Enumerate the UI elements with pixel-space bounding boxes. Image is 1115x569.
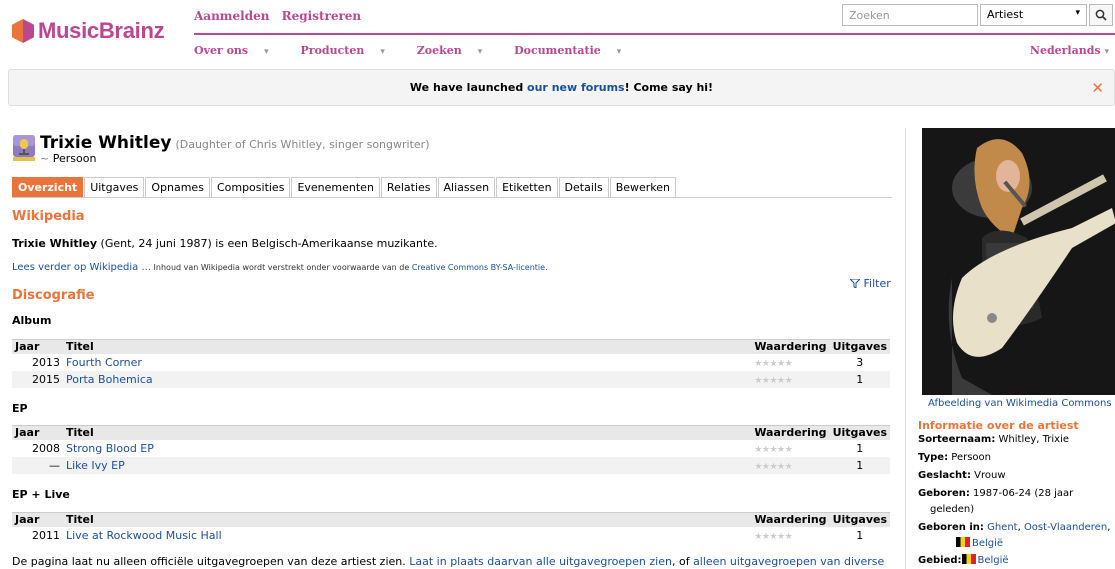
login-link[interactable]: Aanmelden	[194, 9, 269, 23]
show-all-link[interactable]: Laat in plaats daarvan alle uitgavegroep…	[409, 555, 672, 568]
table-header: Jaar Titel Waardering Uitgaves	[12, 425, 890, 440]
section-ep: EP	[12, 402, 28, 415]
rating-stars[interactable]: ★★★★★	[754, 359, 792, 369]
filter-notice: De pagina laat nu alleen officiële uitga…	[12, 555, 885, 568]
filter-button[interactable]: Filter	[848, 277, 891, 290]
header-divider	[194, 33, 1115, 35]
rating-stars[interactable]: ★★★★★	[754, 532, 792, 542]
area: Gebied: België	[918, 554, 1009, 566]
tabs-divider	[12, 197, 892, 198]
wikipedia-more: Lees verder op Wikipedia ... Inhoud van …	[12, 262, 548, 273]
menu-about[interactable]: Over ons ▾	[194, 44, 283, 57]
section-album: Album	[12, 314, 52, 327]
register-link[interactable]: Registreren	[282, 9, 362, 23]
photo-caption-link[interactable]: Afbeelding van Wikimedia Commons	[928, 398, 1112, 409]
table-row: — Like Ivy EP ★★★★★ 1	[12, 456, 890, 474]
sort-name: Sorteernaam: Whitley, Trixie	[918, 434, 1070, 445]
chevron-down-icon: ▾	[1104, 47, 1109, 57]
artist-type: ~ Persoon	[40, 152, 97, 165]
table-header: Jaar Titel Waardering Uitgaves	[12, 339, 890, 354]
rating-stars[interactable]: ★★★★★	[754, 376, 792, 386]
tab-relationships[interactable]: Relaties	[380, 177, 437, 198]
menu-products[interactable]: Producten ▾	[301, 44, 399, 57]
sidebar: Afbeelding van Wikimedia Commons Informa…	[905, 128, 1115, 569]
auth-links: Aanmelden Registreren	[194, 9, 369, 23]
release-group-link[interactable]: Like Ivy EP	[66, 459, 125, 472]
gender: Geslacht: Vrouw	[918, 470, 1006, 481]
chevron-down-icon: ▾	[264, 47, 269, 57]
table-row: 2011 Live at Rockwood Music Hall ★★★★★ 1	[12, 526, 890, 544]
musicbrainz-logo[interactable]: MusicBrainz	[12, 18, 165, 44]
country-link[interactable]: België	[972, 538, 1003, 549]
rating-stars[interactable]: ★★★★★	[754, 462, 792, 472]
logo-text: MusicBrainz	[38, 18, 165, 43]
banner-text: We have launched our new forums! Come sa…	[409, 81, 714, 94]
artist-tabs: Overzicht Uitgaves Opnames Composities E…	[12, 177, 677, 198]
musicbrainz-logo-icon	[12, 19, 34, 43]
chevron-down-icon: ▾	[477, 47, 483, 57]
born-in-country: België	[956, 536, 1115, 552]
filter-icon	[848, 278, 862, 289]
section-ep-live: EP + Live	[12, 488, 70, 501]
main-menu: Over ons ▾ Producten ▾ Zoeken ▾ Documentati…	[194, 44, 649, 57]
table-row: 2015 Porta Bohemica ★★★★★ 1	[12, 370, 890, 388]
tab-edit[interactable]: Bewerken	[609, 177, 677, 198]
chevron-down-icon: ▾	[380, 47, 385, 57]
page-title: Trixie Whitley (Daughter of Chris Whitley…	[40, 133, 430, 153]
tab-overview[interactable]: Overzicht	[12, 177, 84, 198]
artist-comment: (Daughter of Chris Whitley, singer songw…	[175, 138, 430, 151]
search-button[interactable]	[1089, 4, 1113, 26]
ep-live-table: Jaar Titel Waardering Uitgaves 2011 Live…	[12, 512, 890, 544]
artist-photo[interactable]	[922, 128, 1115, 395]
chevron-down-icon: ▾	[1075, 8, 1080, 18]
tab-recordings[interactable]: Opnames	[145, 177, 210, 198]
language-menu[interactable]: Nederlands ▾	[1030, 44, 1109, 57]
ep-table: Jaar Titel Waardering Uitgaves 2008 Stro…	[12, 425, 890, 474]
table-row: 2013 Fourth Corner ★★★★★ 3	[12, 353, 890, 371]
forums-link[interactable]: our new forums	[527, 81, 625, 94]
belgium-flag-icon	[961, 554, 976, 564]
rating-stars[interactable]: ★★★★★	[754, 445, 792, 455]
release-group-link[interactable]: Porta Bohemica	[66, 373, 153, 386]
artist-type-prop: Type: Persoon	[918, 452, 992, 463]
search-icon	[1095, 9, 1107, 21]
born-duration: geleden)	[930, 504, 975, 515]
tab-tags[interactable]: Etiketten	[496, 177, 558, 198]
menu-documentation[interactable]: Documentatie ▾	[514, 44, 635, 57]
born-in: Geboren in: Ghent, Oost-Vlaanderen,	[918, 522, 1111, 533]
close-icon[interactable]: ✕	[1091, 79, 1104, 97]
microphone-icon	[13, 135, 35, 161]
tab-events[interactable]: Evenementen	[291, 177, 380, 198]
discography-heading: Discografie	[12, 288, 95, 303]
read-more-wikipedia-link[interactable]: Lees verder op Wikipedia ...	[12, 262, 151, 273]
release-group-link[interactable]: Strong Blood EP	[66, 442, 154, 455]
city-link[interactable]: Ghent	[987, 522, 1018, 533]
table-header: Jaar Titel Waardering Uitgaves	[12, 512, 890, 527]
tab-works[interactable]: Composities	[210, 177, 291, 198]
artist-info-heading: Informatie over de artiest	[918, 419, 1079, 432]
search-type-select[interactable]: Artiest ▾	[980, 4, 1087, 26]
release-group-link[interactable]: Fourth Corner	[66, 356, 142, 369]
tab-details[interactable]: Details	[558, 177, 609, 198]
menu-search[interactable]: Zoeken ▾	[417, 44, 497, 57]
search-input[interactable]	[842, 4, 978, 26]
announcement-banner: We have launched our new forums! Come sa…	[8, 69, 1115, 106]
area-link[interactable]: België	[978, 555, 1009, 566]
tab-aliases[interactable]: Aliassen	[437, 177, 496, 198]
table-row: 2008 Strong Blood EP ★★★★★ 1	[12, 439, 890, 457]
cc-license-link[interactable]: Creative Commons BY-SA-licentie	[412, 263, 545, 272]
release-group-link[interactable]: Live at Rockwood Music Hall	[66, 529, 222, 542]
tab-releases[interactable]: Uitgaves	[84, 177, 145, 198]
chevron-down-icon: ▾	[616, 47, 622, 57]
artist-photo-image	[922, 128, 1115, 395]
belgium-flag-icon	[956, 537, 970, 547]
wikipedia-heading: Wikipedia	[12, 209, 85, 224]
region-link[interactable]: Oost-Vlaanderen	[1024, 522, 1107, 533]
born: Geboren: 1987-06-24 (28 jaar	[918, 488, 1074, 499]
show-various-link[interactable]: alleen uitgavegroepen van diverse	[693, 555, 884, 568]
album-table: Jaar Titel Waardering Uitgaves 2013 Four…	[12, 339, 890, 388]
wikipedia-extract: Trixie Whitley (Gent, 24 juni 1987) is e…	[12, 237, 438, 250]
site-header: MusicBrainz Aanmelden Registreren Over o…	[0, 0, 1115, 64]
